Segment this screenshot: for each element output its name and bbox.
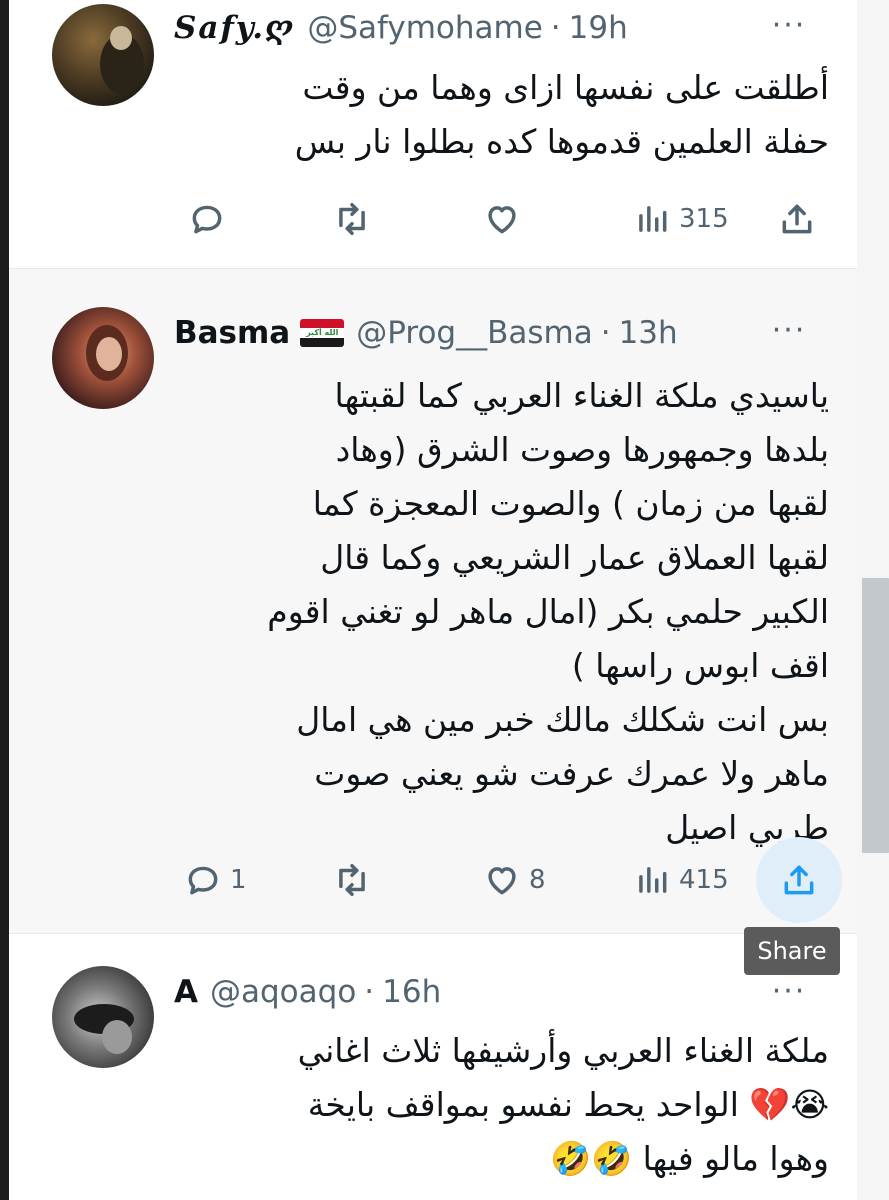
tweet-header: Basma الله أكبر @Prog__Basma · 13h xyxy=(174,313,678,353)
reply-count: 1 xyxy=(230,865,247,895)
heart-icon xyxy=(488,206,516,234)
tweet-header: A @aqoaqo · 16h xyxy=(174,972,441,1012)
separator: · xyxy=(550,10,561,46)
display-name[interactable]: Basma xyxy=(174,315,290,351)
scrollbar-thumb[interactable] xyxy=(862,578,889,853)
user-handle[interactable]: @Safymohame xyxy=(307,10,542,46)
more-options-icon[interactable]: ··· xyxy=(764,316,814,359)
like-button[interactable]: 8 xyxy=(483,850,546,910)
share-button[interactable] xyxy=(780,850,818,910)
tweet-text: أطلقت على نفسها ازاى وهما من وقت حفلة ال… xyxy=(294,68,829,161)
flag-inscription: الله أكبر xyxy=(306,328,339,337)
tweet-a[interactable]: A @aqoaqo · 16h ··· ملكة الغناء العربي و… xyxy=(9,934,857,1200)
views-button[interactable]: 315 xyxy=(633,189,729,249)
display-name[interactable]: Safy.ღ xyxy=(174,10,295,46)
retweet-button[interactable] xyxy=(333,189,379,249)
like-count: 8 xyxy=(529,865,546,895)
reply-button[interactable] xyxy=(188,189,234,249)
tweet-basma[interactable]: Basma الله أكبر @Prog__Basma · 13h ··· ي… xyxy=(9,268,857,934)
iraq-flag-icon: الله أكبر xyxy=(300,319,345,347)
views-button[interactable]: 415 xyxy=(633,850,729,910)
tweet-actions: 1 8 415 xyxy=(174,837,842,923)
reply-icon xyxy=(192,205,222,234)
share-icon xyxy=(784,865,814,895)
timestamp[interactable]: 16h xyxy=(382,974,441,1010)
share-icon xyxy=(782,204,812,234)
analytics-icon xyxy=(639,206,667,232)
user-handle[interactable]: @aqoaqo xyxy=(210,974,356,1010)
tweet-header: Safy.ღ @Safymohame · 19h xyxy=(174,8,628,48)
window-left-edge xyxy=(0,0,9,1200)
share-button[interactable] xyxy=(778,189,816,249)
retweet-button[interactable] xyxy=(333,850,379,910)
reply-icon xyxy=(188,866,218,895)
display-name[interactable]: A xyxy=(174,974,198,1010)
tweet-text: ياسيدي ملكة الغناء العربي كما لقبتها بلد… xyxy=(267,376,829,847)
share-tooltip: Share xyxy=(744,927,840,975)
avatar[interactable] xyxy=(52,307,154,409)
timestamp[interactable]: 13h xyxy=(619,315,678,351)
like-button[interactable] xyxy=(483,189,529,249)
retweet-icon xyxy=(339,864,365,896)
retweet-icon xyxy=(339,203,365,235)
avatar[interactable] xyxy=(52,4,154,106)
user-handle[interactable]: @Prog__Basma xyxy=(356,315,592,351)
more-options-icon[interactable]: ··· xyxy=(764,11,814,54)
more-options-icon[interactable]: ··· xyxy=(764,977,814,1020)
tweet-actions: 315 xyxy=(174,189,834,249)
separator: · xyxy=(364,974,375,1010)
tweet-safy[interactable]: Safy.ღ @Safymohame · 19h ··· أطلقت على ن… xyxy=(9,0,857,268)
separator: · xyxy=(600,315,611,351)
heart-icon xyxy=(488,867,516,895)
timestamp[interactable]: 19h xyxy=(569,10,628,46)
tweet-text: ملكة الغناء العربي وأرشيفها ثلاث اغاني 😭… xyxy=(297,1031,829,1178)
reply-button[interactable]: 1 xyxy=(184,850,247,910)
view-count: 315 xyxy=(679,204,729,234)
view-count: 415 xyxy=(679,865,729,895)
analytics-icon xyxy=(639,867,667,893)
avatar[interactable] xyxy=(52,966,154,1068)
